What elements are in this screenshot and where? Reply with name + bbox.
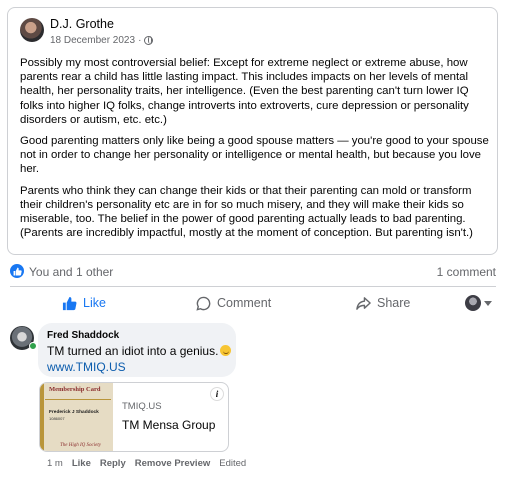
card-divider	[45, 399, 111, 400]
card-number: 1086007	[49, 416, 65, 421]
like-button[interactable]: Like	[62, 291, 106, 315]
share-button[interactable]: Share	[356, 291, 410, 315]
viewer-selector[interactable]	[465, 291, 492, 315]
remove-preview-button[interactable]: Remove Preview	[135, 458, 211, 469]
smiling-face-icon	[220, 345, 232, 356]
comment-text: TM turned an idiot into a genius.	[47, 344, 232, 358]
like-label: Like	[83, 296, 106, 310]
card-stripe	[40, 383, 44, 451]
globe-icon	[144, 36, 154, 45]
membership-card-image: Membership Card Frederick J Shaddock 108…	[40, 383, 113, 451]
comment-label: Comment	[217, 296, 272, 310]
post-body: Possibly my most controversial belief: E…	[20, 56, 492, 247]
post-paragraph: Good parenting matters only like being a…	[20, 135, 489, 176]
comment-like-button[interactable]: Like	[72, 458, 91, 469]
reactions-bar: You and 1 other 1 comment	[10, 262, 496, 280]
post-author-name[interactable]: D.J. Grothe	[50, 17, 114, 31]
commenter-name[interactable]: Fred Shaddock	[47, 330, 119, 341]
author-avatar[interactable]	[20, 18, 44, 42]
post-date[interactable]: 18 December 2023	[50, 35, 135, 46]
comment-actions: 1 m Like Reply Remove Preview Edited	[47, 458, 246, 469]
online-status-dot	[29, 342, 37, 350]
share-label: Share	[377, 296, 411, 310]
divider	[10, 286, 496, 287]
thumbs-up-icon	[62, 296, 77, 310]
comment-icon	[196, 296, 211, 311]
edited-label: Edited	[219, 458, 247, 469]
comment-reply-button[interactable]: Reply	[100, 458, 126, 469]
comment-link[interactable]: www.TMIQ.US	[47, 360, 126, 374]
caret-down-icon	[484, 300, 492, 306]
meta-separator: ·	[138, 35, 142, 46]
reaction-summary[interactable]: You and 1 other	[29, 265, 113, 279]
thumbs-up-icon[interactable]	[10, 264, 24, 278]
shared-post-card: D.J. Grothe 18 December 2023 · Possibly …	[7, 7, 498, 255]
share-icon	[356, 296, 371, 310]
comment-button[interactable]: Comment	[196, 291, 271, 315]
preview-title: TM Mensa Group	[122, 418, 216, 432]
info-icon[interactable]: i	[210, 387, 224, 401]
post-paragraph: Parents who think they can change their …	[20, 184, 473, 240]
comment-timestamp[interactable]: 1 m	[47, 458, 63, 469]
comment-body: TM turned an idiot into a genius.	[47, 344, 219, 358]
post-paragraph: Possibly my most controversial belief: E…	[20, 57, 469, 126]
card-header: Membership Card	[49, 386, 101, 393]
comment-bubble: Fred Shaddock TM turned an idiot into a …	[38, 323, 236, 377]
viewer-avatar	[465, 295, 481, 311]
card-footer: The High IQ Society	[60, 443, 101, 448]
preview-domain: TMIQ.US	[122, 401, 162, 412]
post-meta: 18 December 2023 ·	[50, 35, 154, 46]
comment-count[interactable]: 1 comment	[437, 265, 496, 279]
action-bar: Like Comment Share	[10, 291, 496, 315]
card-holder-name: Frederick J Shaddock	[49, 410, 99, 415]
link-preview-card[interactable]: Membership Card Frederick J Shaddock 108…	[39, 382, 229, 452]
